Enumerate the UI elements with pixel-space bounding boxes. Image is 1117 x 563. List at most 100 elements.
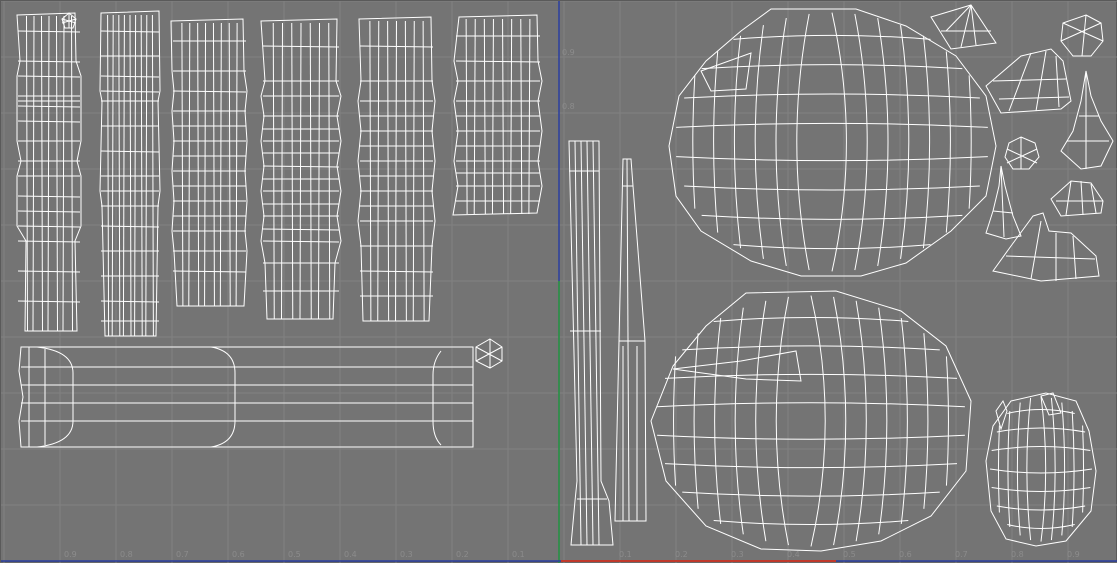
sphere-small-meridian (997, 425, 1000, 513)
uv-edge-vertical (281, 22, 283, 320)
sphere-bottom-meridian (878, 307, 888, 535)
sphere-small-meridian (1007, 410, 1011, 528)
uv-edge-horizontal (100, 75, 160, 78)
uv-shell-small-disc-1[interactable] (1060, 14, 1104, 57)
sphere-top-parallel (733, 34, 931, 40)
uv-edge-vertical (71, 15, 73, 332)
sphere-small-meridian (1016, 402, 1021, 536)
uv-edge-vertical (299, 22, 302, 320)
uv-edge-vertical (328, 22, 331, 320)
sphere-bottom-meridian (900, 317, 908, 525)
tick-label: 0.4 (787, 550, 800, 559)
sphere-small-parallel (1007, 524, 1075, 529)
sphere-bottom-meridian (923, 333, 929, 509)
uv-edge-vertical (188, 22, 191, 307)
sphere-top-meridian (692, 75, 696, 209)
uv-shell-small-disc-2[interactable] (1004, 136, 1040, 170)
sphere-bottom-meridian (810, 295, 826, 547)
sphere-bottom-parallel (657, 434, 965, 440)
sphere-top-meridian (754, 25, 764, 259)
sphere-small-meridian (1061, 402, 1066, 536)
uv-shell-column-2[interactable] (99, 10, 161, 337)
tick-label: 0.3 (731, 550, 744, 559)
uv-edge-vertical (272, 22, 275, 320)
uv-edge-horizontal (359, 45, 434, 48)
uv-edge-horizontal (100, 150, 160, 153)
uv-editor-viewport[interactable]: 0.9 0.8 0.7 0.6 0.5 0.4 0.3 0.2 0.1 0.1 … (0, 0, 1117, 563)
sphere-small-meridian (1026, 397, 1032, 541)
sphere-top-meridian (713, 51, 719, 233)
uv-shell-sphere-bottom[interactable] (650, 290, 972, 552)
uv-layout-canvas[interactable]: 0.9 0.8 0.7 0.6 0.5 0.4 0.3 0.2 0.1 0.1 … (1, 1, 1117, 563)
tick-labels-bottom-right: 0.1 0.2 0.3 0.4 0.5 0.6 0.7 0.8 0.9 (619, 550, 1080, 559)
uv-shell-column-1[interactable] (16, 12, 82, 332)
tick-label: 0.5 (288, 550, 301, 559)
tick-label: 0.2 (675, 550, 688, 559)
sphere-bottom-parallel (682, 491, 940, 497)
tick-label: 0.6 (232, 550, 245, 559)
sphere-bottom-meridian (714, 317, 722, 525)
uv-shell-small-cone-1[interactable] (930, 4, 997, 50)
uv-edge-vertical (197, 22, 200, 307)
uv-shell-small-dome[interactable] (1050, 180, 1104, 217)
uv-edge-vertical (32, 15, 35, 332)
sphere-small-parallel (996, 505, 1086, 511)
uv-edge-horizontal (17, 105, 81, 108)
tick-label: 0.3 (400, 550, 413, 559)
sphere-bottom-parallel (657, 402, 965, 408)
uv-edge-horizontal (100, 30, 160, 33)
uv-shell-leaf[interactable] (992, 212, 1100, 282)
sphere-top-parallel (701, 64, 963, 70)
uv-edge-horizontal (455, 60, 541, 63)
sphere-top-meridian (854, 13, 868, 271)
uv-edge-vertical (26, 15, 28, 332)
uv-edge-vertical (369, 20, 372, 322)
uv-edge-vertical (181, 22, 184, 307)
uv-edge-horizontal (17, 60, 81, 63)
tick-label-vertical: 0.9 (562, 48, 575, 57)
uv-edge-vertical (204, 22, 207, 307)
uv-edge-horizontal (172, 270, 247, 273)
sphere-bottom-meridian (945, 356, 949, 486)
tick-label-vertical: 0.8 (562, 102, 575, 111)
uv-edge-horizontal (100, 90, 160, 93)
sphere-top-meridian (945, 51, 951, 233)
uv-edge-vertical (228, 22, 231, 307)
tick-label: 0.4 (344, 550, 357, 559)
uv-edge-horizontal (17, 75, 81, 78)
sphere-small-parallel (991, 487, 1091, 492)
uv-shell-sphere-top[interactable] (668, 8, 997, 277)
uv-edge-horizontal (17, 30, 81, 33)
tick-label: 0.1 (512, 550, 525, 559)
sphere-small-meridian (1050, 397, 1056, 541)
tick-label: 0.8 (120, 550, 133, 559)
sphere-top-meridian (733, 35, 742, 249)
uv-shell-spike-1[interactable] (1060, 70, 1114, 170)
sphere-small-parallel (1007, 409, 1075, 414)
sphere-top-meridian (900, 25, 910, 259)
sphere-top-parallel (676, 122, 988, 128)
sphere-top-parallel (701, 214, 963, 220)
uv-edge-vertical (387, 20, 390, 322)
sphere-small-meridian (1071, 410, 1075, 528)
uv-shell-column-6[interactable] (452, 14, 543, 216)
tick-label: 0.9 (1067, 550, 1080, 559)
uv-edge-vertical (309, 22, 312, 320)
uv-shell-small-sphere[interactable] (985, 392, 1097, 547)
uv-edge-vertical (318, 22, 320, 320)
uv-shell-small-cone-2[interactable] (985, 48, 1072, 114)
tick-label: 0.1 (619, 550, 632, 559)
tick-label: 0.8 (1011, 550, 1024, 559)
uv-shell-column-3[interactable] (170, 18, 248, 307)
sphere-top-meridian (877, 17, 889, 267)
tick-label: 0.5 (843, 550, 856, 559)
sphere-small-meridian (1082, 425, 1085, 513)
sphere-bottom-meridian (775, 296, 789, 546)
sphere-small-meridian (1040, 396, 1047, 542)
uv-edge-horizontal (262, 45, 340, 48)
tick-labels-bottom-left: 0.9 0.8 0.7 0.6 0.5 0.4 0.3 0.2 0.1 (64, 550, 525, 559)
uv-edge-vertical (219, 22, 222, 307)
uv-shell-horn[interactable] (985, 165, 1022, 240)
uv-shell-pole-1[interactable] (568, 140, 614, 546)
sphere-bottom-meridian (693, 333, 699, 509)
